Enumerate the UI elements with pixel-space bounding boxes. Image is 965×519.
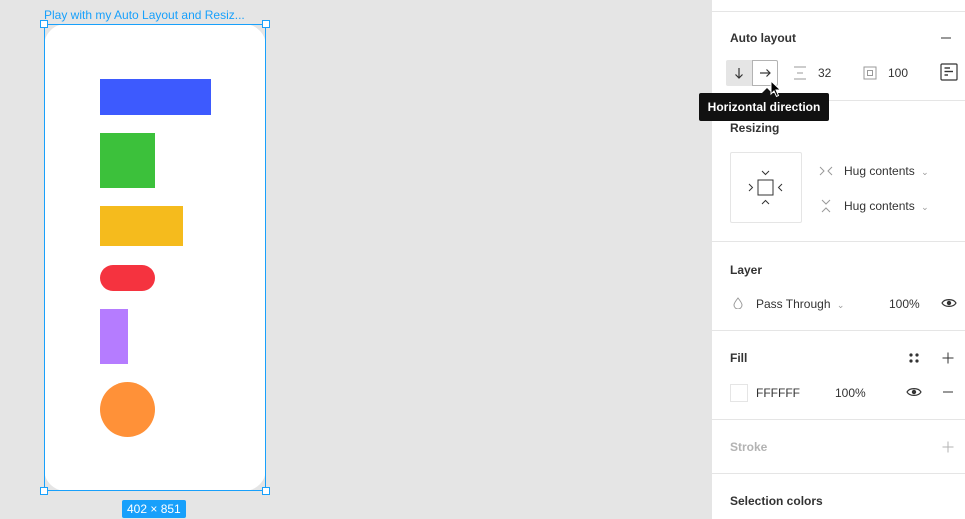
eye-icon [941, 299, 957, 307]
padding-icon [862, 65, 878, 81]
layer-opacity[interactable]: 100% [889, 297, 920, 311]
fill-title: Fill [730, 351, 748, 365]
divider [712, 330, 965, 331]
vertical-direction-button[interactable] [726, 60, 752, 86]
minus-icon [941, 37, 951, 39]
resize-handle-bottom-right[interactable] [262, 487, 270, 495]
remove-fill-button[interactable] [940, 384, 956, 400]
selection-colors-title: Selection colors [730, 494, 823, 508]
layer-title: Layer [730, 263, 763, 277]
horizontal-resizing-value: Hug contents [844, 164, 915, 178]
add-stroke-button[interactable] [940, 439, 956, 455]
eye-icon [906, 388, 922, 396]
plus-icon [942, 441, 954, 453]
styles-button[interactable] [905, 350, 923, 366]
remove-auto-layout-button[interactable] [938, 30, 954, 46]
resizing-title: Resizing [730, 121, 780, 135]
resize-handle-bottom-left[interactable] [40, 487, 48, 495]
stroke-title: Stroke [730, 440, 768, 454]
blend-mode-value: Pass Through [756, 297, 831, 311]
divider [712, 473, 965, 474]
alignment-button[interactable] [939, 62, 959, 82]
divider [712, 419, 965, 420]
arrow-down-icon [735, 68, 743, 79]
auto-layout-title: Auto layout [730, 31, 796, 45]
vertical-resizing-value: Hug contents [844, 199, 915, 213]
properties-panel: Auto layout 32 100 Resizing Hug contents… [711, 0, 965, 519]
styles-grid-icon [909, 353, 919, 363]
resize-handle-top-left[interactable] [40, 20, 48, 28]
mouse-cursor-icon [770, 79, 782, 101]
selection-outline [44, 24, 266, 491]
padding-value[interactable]: 100 [888, 66, 908, 80]
add-fill-button[interactable] [940, 350, 956, 366]
direction-tooltip: Horizontal direction [699, 93, 829, 121]
blend-mode-icon [732, 296, 744, 310]
fill-hex-value[interactable]: FFFFFF [756, 386, 800, 400]
blend-mode-dropdown[interactable]: Pass Through ⌄ [756, 297, 844, 311]
fill-color-swatch[interactable] [730, 384, 748, 402]
horizontal-resize-icon [818, 164, 834, 178]
divider [712, 11, 965, 12]
divider [712, 241, 965, 242]
chevron-down-icon: ⌄ [836, 300, 845, 310]
chevron-down-icon: ⌄ [921, 202, 929, 212]
spacing-icon [792, 65, 808, 81]
layer-visibility-button[interactable] [940, 295, 958, 311]
fill-opacity[interactable]: 100% [835, 386, 866, 400]
minus-icon [943, 391, 953, 393]
size-badge: 402 × 851 [122, 500, 186, 518]
chevron-down-icon: ⌄ [921, 167, 929, 177]
canvas[interactable]: Play with my Auto Layout and Resiz... 40… [0, 0, 711, 519]
frame-label[interactable]: Play with my Auto Layout and Resiz... [44, 8, 245, 22]
resizing-preview[interactable] [730, 152, 802, 223]
vertical-resize-icon [819, 198, 833, 214]
fill-visibility-button[interactable] [905, 384, 923, 400]
spacing-value[interactable]: 32 [818, 66, 831, 80]
resize-handle-top-right[interactable] [262, 20, 270, 28]
horizontal-resizing-dropdown[interactable]: Hug contents ⌄ [844, 164, 929, 178]
vertical-resizing-dropdown[interactable]: Hug contents ⌄ [844, 199, 929, 213]
hug-contents-icon [748, 170, 783, 205]
alignment-icon [940, 63, 958, 81]
plus-icon [942, 352, 954, 364]
arrow-right-icon [760, 69, 771, 77]
